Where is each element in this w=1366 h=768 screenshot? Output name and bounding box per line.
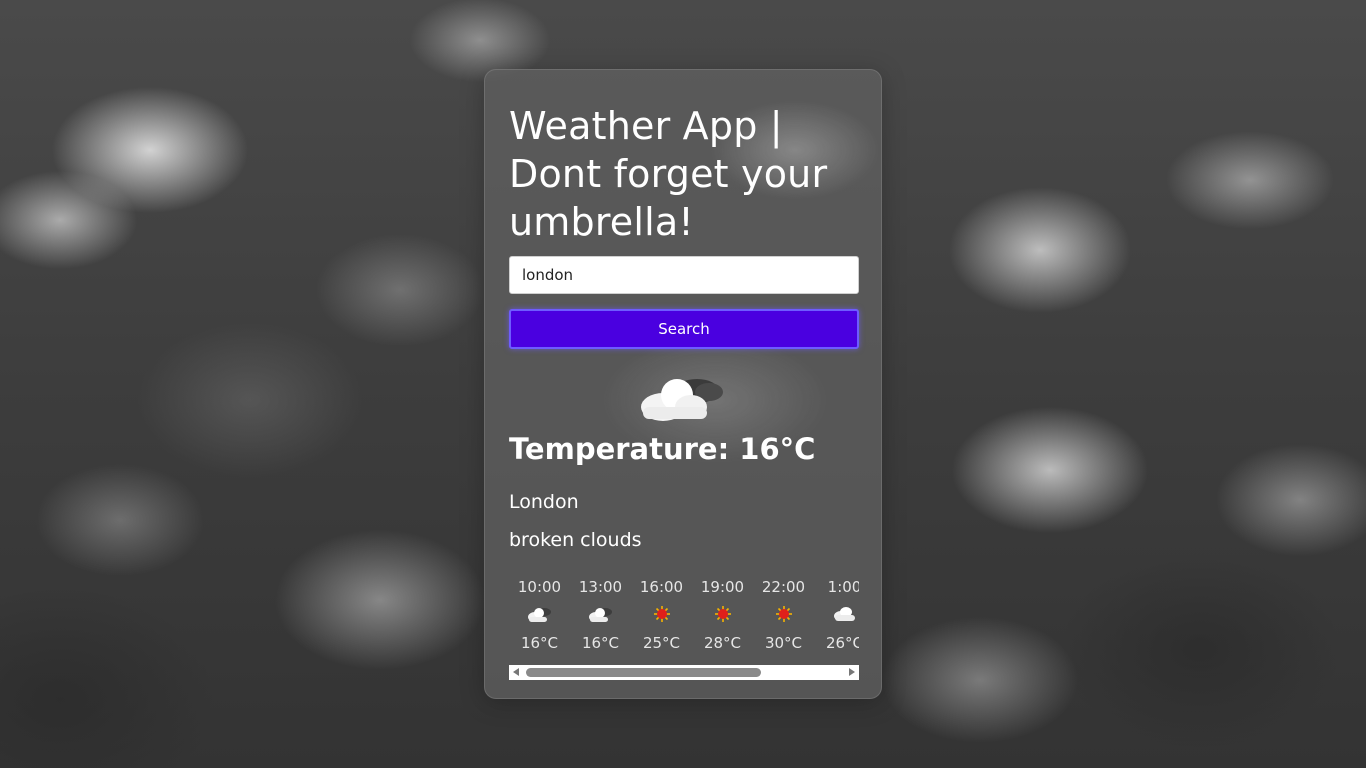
forecast-scrollbar[interactable] bbox=[509, 665, 859, 680]
forecast-time: 22:00 bbox=[761, 578, 806, 596]
forecast-temperature: 25°C bbox=[642, 634, 681, 652]
forecast-item: 13:00 16°C bbox=[570, 577, 631, 653]
forecast-time: 1:00 bbox=[827, 578, 859, 596]
forecast-item: 16:00 25°C bbox=[631, 577, 692, 653]
forecast-time: 19:00 bbox=[700, 578, 745, 596]
forecast-temperature: 28°C bbox=[703, 634, 742, 652]
city-search-input[interactable] bbox=[509, 256, 859, 294]
city-name: London bbox=[509, 491, 579, 513]
scroll-left-arrow-icon[interactable] bbox=[513, 668, 519, 676]
broken-clouds-icon bbox=[641, 379, 723, 421]
scroll-thumb[interactable] bbox=[526, 668, 761, 677]
forecast-temperature: 26°C bbox=[825, 634, 859, 652]
hourly-forecast[interactable]: 10:00 16°C 13:00 16°C 16:00 25°C 19:00 28°C 22:0… bbox=[509, 577, 859, 653]
forecast-time: 13:00 bbox=[578, 578, 623, 596]
weather-card: Weather App | Dont forget your umbrella!… bbox=[484, 69, 882, 699]
forecast-item: 10:00 16°C bbox=[509, 577, 570, 653]
current-temperature: Temperature: 16°C bbox=[509, 432, 816, 466]
forecast-time: 16:00 bbox=[639, 578, 684, 596]
broken-clouds-icon bbox=[525, 603, 555, 625]
search-button[interactable]: Search bbox=[509, 309, 859, 349]
scroll-right-arrow-icon[interactable] bbox=[849, 668, 855, 676]
app-title: Weather App | Dont forget your umbrella! bbox=[509, 104, 828, 244]
broken-clouds-icon bbox=[586, 603, 616, 625]
sun-icon bbox=[647, 603, 677, 625]
forecast-track: 10:00 16°C 13:00 16°C 16:00 25°C 19:00 28°C 22:0… bbox=[509, 577, 859, 653]
forecast-temperature: 16°C bbox=[520, 634, 559, 652]
forecast-temperature: 16°C bbox=[581, 634, 620, 652]
sun-icon bbox=[708, 603, 738, 625]
forecast-item: 22:00 30°C bbox=[753, 577, 814, 653]
sun-icon bbox=[769, 603, 799, 625]
cloud-icon bbox=[830, 603, 860, 625]
forecast-temperature: 30°C bbox=[764, 634, 803, 652]
weather-description: broken clouds bbox=[509, 529, 642, 551]
forecast-item: 19:00 28°C bbox=[692, 577, 753, 653]
forecast-time: 10:00 bbox=[517, 578, 562, 596]
forecast-item: 1:00 26°C bbox=[814, 577, 859, 653]
